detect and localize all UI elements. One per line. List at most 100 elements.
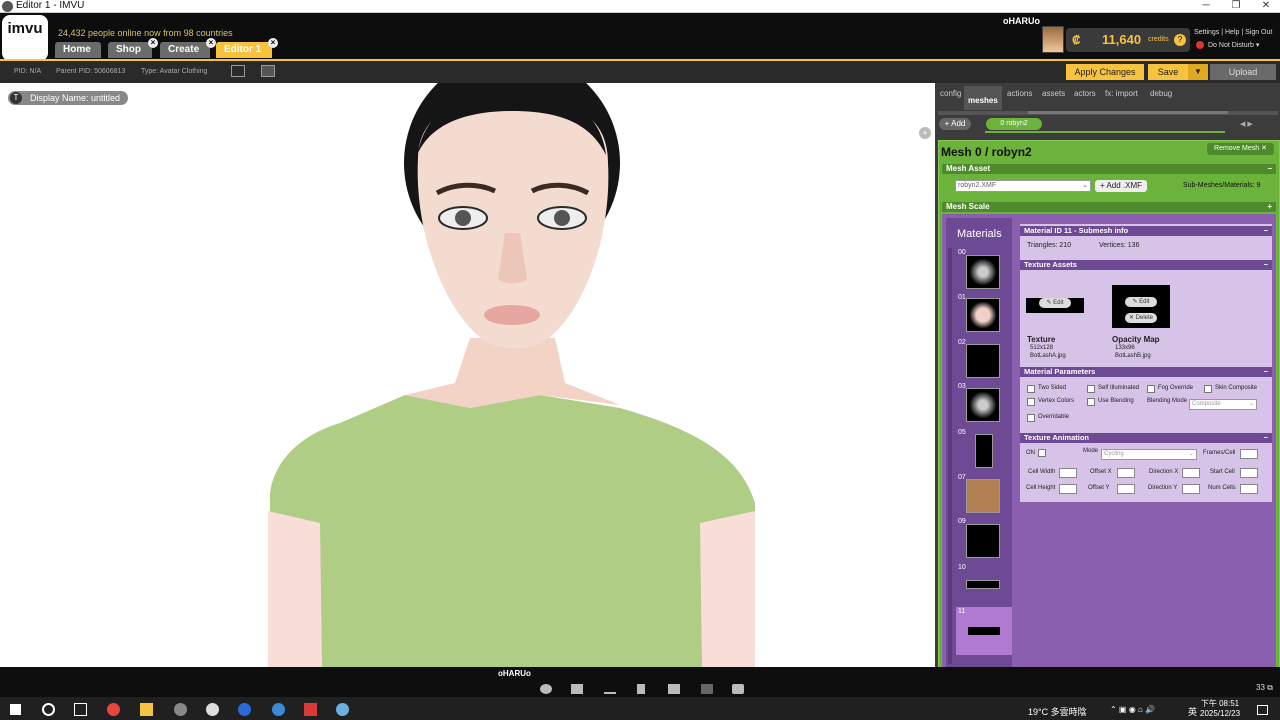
task-view-icon[interactable] [74, 703, 87, 716]
chat-icon[interactable] [540, 684, 552, 694]
app-icon[interactable] [238, 703, 251, 716]
apply-changes-button[interactable]: Apply Changes [1066, 64, 1144, 80]
material-thumbnail[interactable] [966, 344, 1000, 378]
material-thumbnail[interactable] [966, 255, 1000, 289]
add-xmf-button[interactable]: + Add .XMF [1095, 180, 1147, 192]
self-illuminated-checkbox[interactable] [1087, 385, 1095, 393]
scrollbar-thumb[interactable] [1028, 111, 1228, 114]
wand-icon[interactable] [701, 684, 713, 694]
panel-scrollbar[interactable] [938, 111, 1278, 115]
save-dropdown-button[interactable]: ▼ [1188, 64, 1208, 80]
app-icon[interactable] [304, 703, 317, 716]
direction-y-field[interactable] [1182, 484, 1200, 494]
expand-icon[interactable]: + [1267, 202, 1272, 212]
blending-mode-select[interactable]: Composite ⌄ [1189, 399, 1257, 410]
remove-mesh-button[interactable]: Remove Mesh ✕ [1207, 143, 1274, 155]
file-explorer-icon[interactable] [140, 703, 153, 716]
add-mesh-button[interactable]: + Add [939, 118, 971, 130]
display-name-pill[interactable]: T Display Name: untitled [8, 91, 129, 105]
collapse-icon[interactable]: − [1267, 164, 1272, 174]
two-sided-checkbox[interactable] [1027, 385, 1035, 393]
tray-icons[interactable]: ⌃ ▣ ◉ ⌂ 🔊 [1110, 705, 1155, 714]
material-thumbnail[interactable] [966, 388, 1000, 422]
tab-debug[interactable]: debug [1146, 88, 1176, 108]
tab-assets[interactable]: assets [1038, 88, 1069, 108]
mesh-asset-header[interactable]: Mesh Asset − [942, 164, 1276, 174]
material-thumbnail[interactable] [966, 580, 1000, 589]
offset-x-field[interactable] [1117, 468, 1135, 478]
maximize-button[interactable]: ❐ [1222, 0, 1250, 12]
search-icon[interactable] [42, 703, 55, 716]
camera-icon[interactable] [732, 684, 744, 694]
anim-on-checkbox[interactable] [1038, 449, 1046, 457]
collapse-icon[interactable]: − [1264, 433, 1268, 443]
opacity-edit-button[interactable]: ✎ Edit [1125, 297, 1157, 307]
direction-x-field[interactable] [1182, 468, 1200, 478]
tab-fx-import[interactable]: fx: import [1101, 88, 1142, 108]
credits-help-icon[interactable]: ? [1174, 34, 1186, 46]
app-icon[interactable] [336, 703, 349, 716]
home-icon[interactable] [668, 684, 680, 694]
material-thumbnail[interactable] [966, 298, 1000, 332]
avatar[interactable] [1042, 26, 1064, 53]
anim-mode-select[interactable]: Cycling ⌄ [1101, 449, 1197, 460]
tab-config[interactable]: config [936, 88, 965, 108]
avatar-viewport[interactable] [0, 83, 935, 667]
shirt-icon[interactable] [571, 684, 583, 694]
materials-scrollbar[interactable] [948, 248, 952, 664]
collapse-icon[interactable]: − [1264, 226, 1268, 236]
gimp-icon[interactable] [174, 703, 187, 716]
start-icon[interactable] [10, 704, 21, 715]
close-tab-icon[interactable]: × [148, 38, 158, 48]
upload-button[interactable]: Upload [1210, 64, 1276, 80]
chrome-icon[interactable] [107, 703, 120, 716]
collapse-icon[interactable]: − [1264, 260, 1268, 270]
use-blending-checkbox[interactable] [1087, 398, 1095, 406]
folder-icon[interactable] [261, 65, 275, 77]
viewport-plus-icon[interactable]: + [919, 127, 931, 139]
opacity-delete-button[interactable]: ✕ Delete [1125, 313, 1157, 323]
imvu-icon[interactable] [206, 703, 219, 716]
account-links[interactable]: Settings | Help | Sign Out [1194, 29, 1272, 36]
tab-actors[interactable]: actors [1070, 88, 1100, 108]
weather-widget[interactable]: 19°C 多雲時陰 [1028, 705, 1087, 718]
xmf-select[interactable]: robyn2.XMF ⌄ [955, 180, 1091, 192]
tab-home[interactable]: Home [55, 42, 101, 58]
tab-meshes[interactable]: meshes [964, 86, 1002, 110]
minimize-button[interactable]: ─ [1192, 0, 1220, 12]
mesh-scale-header[interactable]: Mesh Scale + [942, 202, 1276, 212]
clock[interactable]: 下午 08:51 2025/12/23 [1200, 699, 1240, 719]
material-thumbnail[interactable] [975, 434, 993, 468]
tab-editor[interactable]: Editor 1 × [216, 38, 278, 58]
imvu-logo[interactable]: imvu [2, 15, 48, 61]
skin-composite-checkbox[interactable] [1204, 385, 1212, 393]
cell-height-field[interactable] [1059, 484, 1077, 494]
material-params-header[interactable]: Material Parameters − [1020, 367, 1272, 377]
close-tab-icon[interactable]: × [206, 38, 216, 48]
vertex-colors-checkbox[interactable] [1027, 398, 1035, 406]
mesh-nav-arrows[interactable]: ◀ ▶ [1240, 120, 1253, 128]
hanger-icon[interactable] [604, 684, 616, 694]
app-icon[interactable] [272, 703, 285, 716]
material-thumbnail[interactable] [966, 479, 1000, 513]
tab-create[interactable]: Create × [160, 38, 216, 58]
cell-width-field[interactable] [1059, 468, 1077, 478]
window-icon[interactable] [231, 65, 245, 77]
texture-anim-header[interactable]: Texture Animation − [1020, 433, 1272, 443]
tab-shop[interactable]: Shop × [108, 38, 158, 58]
offset-y-field[interactable] [1117, 484, 1135, 494]
material-info-header[interactable]: Material ID 11 - Submesh info − [1020, 226, 1272, 236]
save-button[interactable]: Save [1148, 64, 1188, 80]
overridable-checkbox[interactable] [1027, 414, 1035, 422]
texture-assets-header[interactable]: Texture Assets − [1020, 260, 1272, 270]
username[interactable]: oHARUo [1003, 16, 1040, 26]
collapse-icon[interactable]: − [1264, 367, 1268, 377]
status-selector[interactable]: Do Not Disturb ▾ [1196, 41, 1259, 50]
tab-actions[interactable]: actions [1003, 88, 1036, 108]
start-cell-field[interactable] [1240, 468, 1258, 478]
material-thumbnail[interactable] [968, 627, 1000, 635]
material-thumbnail[interactable] [966, 524, 1000, 558]
notification-icon[interactable] [1257, 705, 1268, 715]
credits-box[interactable]: ₡ 11,640 credits ? [1066, 28, 1190, 52]
texture-edit-button[interactable]: ✎ Edit [1039, 298, 1071, 308]
